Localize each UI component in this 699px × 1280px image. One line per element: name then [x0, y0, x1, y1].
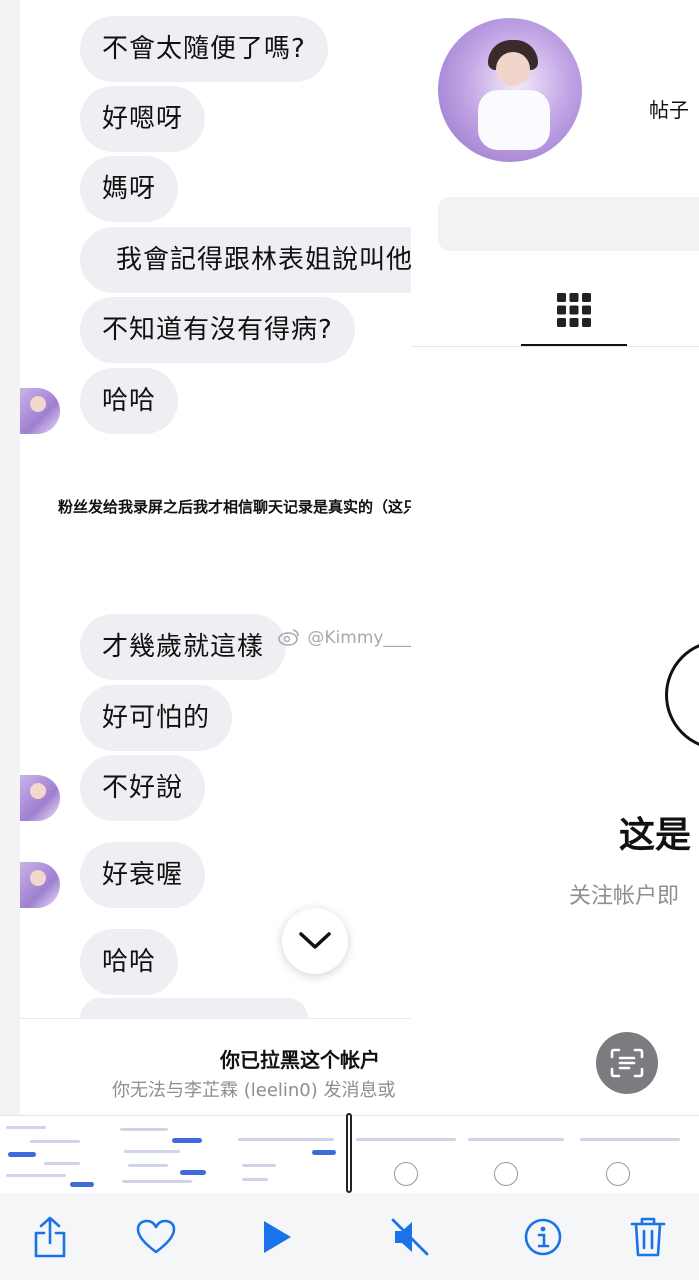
scroll-down-button[interactable] [282, 908, 348, 974]
bottom-toolbar [0, 1193, 699, 1280]
profile-avatar[interactable] [438, 18, 582, 162]
thumbnail[interactable] [464, 1116, 577, 1194]
info-icon [524, 1218, 562, 1256]
heart-icon [136, 1219, 176, 1254]
message-bubble: 好可怕的 [80, 685, 233, 751]
thumbnail[interactable] [0, 1116, 115, 1194]
message-bubble: 哈哈 [80, 929, 179, 995]
delete-button[interactable] [622, 1211, 674, 1263]
chat-panel: 不會太隨便了嗎? 好嗯呀 媽呀 我會記得跟林表姐說叫他 不知道有沒有得病? 哈哈… [20, 0, 411, 1115]
current-thumbnail-indicator [346, 1113, 352, 1193]
thumbnail[interactable] [232, 1116, 347, 1194]
photo-viewer-image: 不會太隨便了嗎? 好嗯呀 媽呀 我會記得跟林表姐說叫他 不知道有沒有得病? 哈哈… [0, 0, 699, 1115]
mute-icon [391, 1218, 429, 1256]
message-bubble: 哈哈 [80, 368, 179, 434]
grid-icon [557, 293, 591, 327]
sender-avatar[interactable] [20, 388, 60, 434]
sender-avatar[interactable] [20, 775, 60, 821]
tab-posts-grid[interactable] [521, 276, 627, 347]
play-button[interactable] [251, 1211, 303, 1263]
message-bubble: 好衰喔 [80, 842, 206, 908]
thumbnail[interactable] [576, 1116, 699, 1194]
chevron-down-icon [299, 932, 331, 949]
follow-button[interactable] [438, 197, 699, 251]
profile-panel: 帖子 这是 关注帐户即 [411, 0, 699, 1115]
scan-text-icon [610, 1048, 644, 1078]
thumbnail[interactable] [352, 1116, 465, 1194]
watermark-text: @Kimmy____ [307, 628, 418, 648]
message-bubble: 媽呀 [80, 156, 179, 222]
thumbnail[interactable] [114, 1116, 233, 1194]
private-account-title: 这是 [619, 815, 692, 856]
message-bubble: 我會記得跟林表姐說叫他 [80, 227, 411, 293]
tab-divider [411, 346, 699, 347]
favorite-button[interactable] [130, 1211, 182, 1263]
mute-button[interactable] [384, 1211, 436, 1263]
live-text-button[interactable] [596, 1032, 658, 1094]
info-button[interactable] [517, 1211, 569, 1263]
weibo-icon [278, 629, 299, 646]
message-bubble: 不知道有沒有得病? [80, 297, 355, 363]
message-bubble: 不好說 [80, 755, 206, 821]
sender-avatar[interactable] [20, 862, 60, 908]
message-bubble: 才幾歲就這樣 [80, 614, 287, 680]
share-icon [34, 1216, 66, 1258]
private-account-subtitle: 关注帐户即 [569, 884, 680, 909]
blocked-subtitle: 你无法与李芷霖 (leelin0) 发消息或 [112, 1080, 396, 1101]
blocked-title: 你已拉黑这个帐户 [220, 1048, 380, 1072]
message-bubble: 不會太隨便了嗎? [80, 16, 328, 82]
play-icon [264, 1221, 291, 1253]
message-bubble: 好嗯呀 [80, 86, 206, 152]
posts-count-label: 帖子 [649, 98, 689, 122]
trash-icon [630, 1217, 666, 1257]
watermark: @Kimmy____ [278, 628, 417, 648]
share-button[interactable] [24, 1211, 76, 1263]
lock-icon [665, 640, 699, 750]
